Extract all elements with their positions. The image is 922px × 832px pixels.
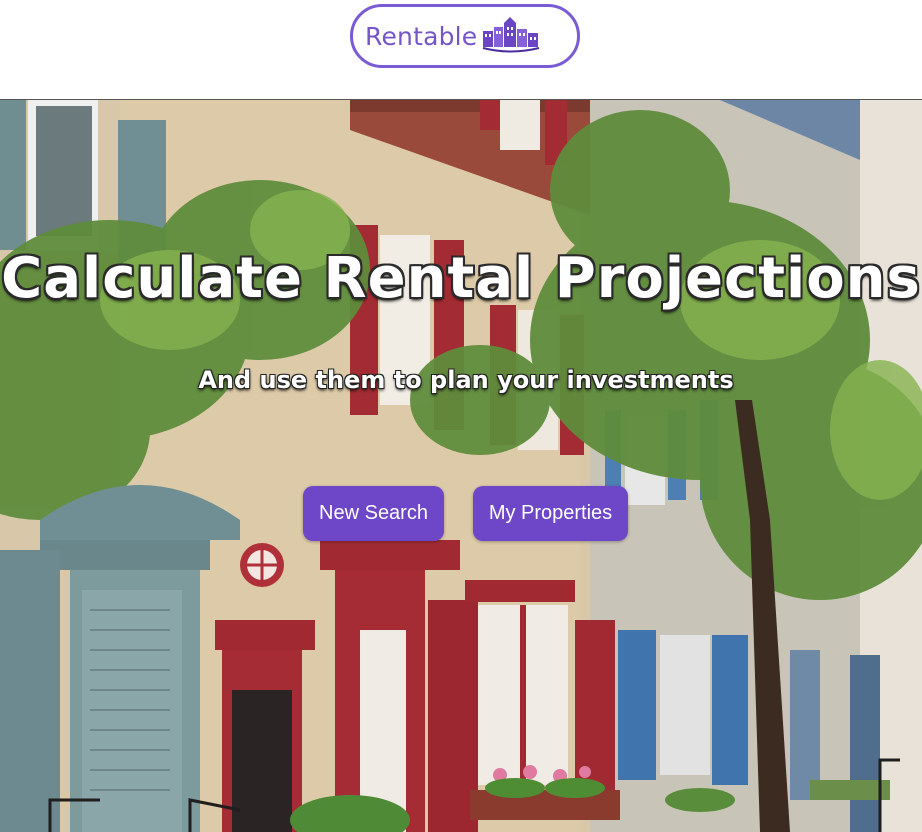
rowhouses-photo [0,100,922,832]
new-search-button[interactable]: New Search [303,486,444,541]
site-header: Rentable [0,0,922,100]
hero-banner: Calculate Rental Projections And use the… [0,100,922,832]
rentable-logo[interactable]: Rentable [350,4,580,68]
my-properties-button[interactable]: My Properties [473,486,628,541]
hero-subtitle: And use them to plan your investments [198,366,734,394]
logo-text: Rentable [365,21,478,51]
buildings-icon [481,16,543,58]
hero-title: Calculate Rental Projections [1,246,921,311]
